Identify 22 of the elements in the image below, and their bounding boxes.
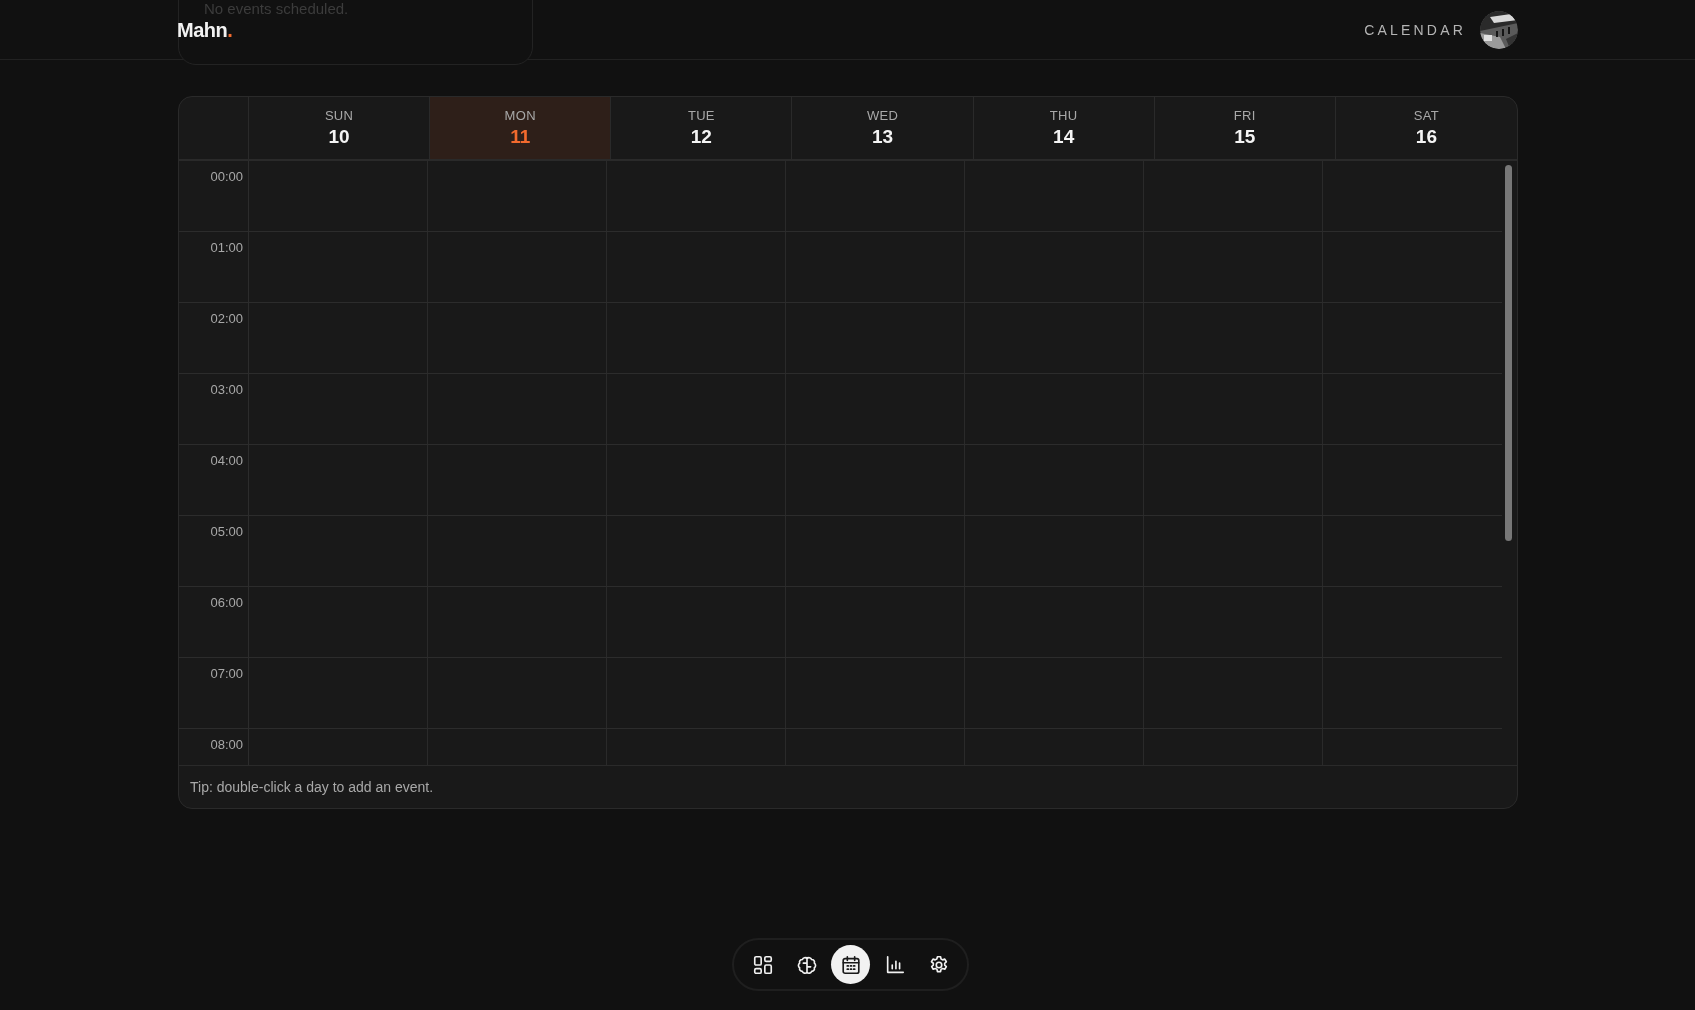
hour-label: 08:00 — [210, 737, 243, 752]
hour-label: 04:00 — [210, 453, 243, 468]
logo[interactable]: Mahn. — [177, 18, 233, 42]
page-title: CALENDAR — [1364, 22, 1466, 38]
hour-label: 00:00 — [210, 169, 243, 184]
day-header[interactable]: MON 11 — [430, 97, 612, 159]
hour-label: 07:00 — [210, 666, 243, 681]
tip-text: Tip: double-click a day to add an event. — [190, 779, 434, 795]
nav-button[interactable] — [831, 945, 870, 984]
calendar-icon — [839, 953, 862, 976]
hour-label: 02:00 — [210, 311, 243, 326]
day-header[interactable]: FRI 15 — [1154, 97, 1336, 159]
day-header[interactable]: THU 14 — [973, 97, 1155, 159]
hour-label: 06:00 — [210, 595, 243, 610]
hour-label: 01:00 — [210, 240, 243, 255]
day-header[interactable]: WED 13 — [792, 97, 974, 159]
day-header[interactable]: SAT 16 — [1335, 97, 1517, 159]
scrollbar[interactable] — [1505, 165, 1512, 541]
hour-label: 05:00 — [210, 524, 243, 539]
hour-label: 03:00 — [210, 382, 243, 397]
day-header[interactable]: TUE 12 — [611, 97, 793, 159]
dashboard-icon — [751, 953, 774, 976]
